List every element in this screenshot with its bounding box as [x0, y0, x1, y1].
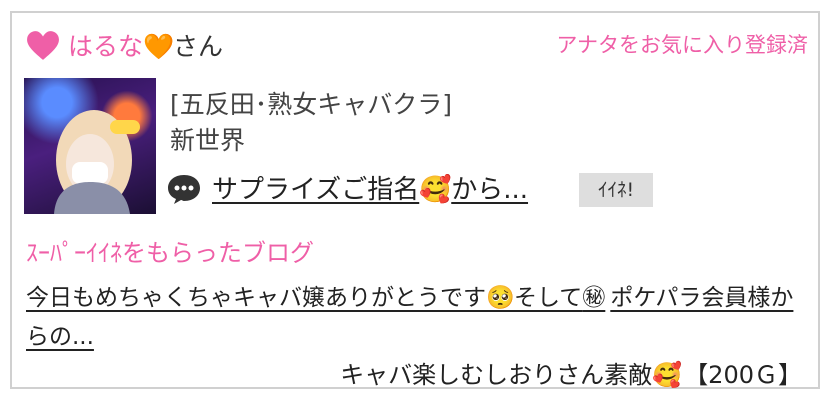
- blog-text-part2[interactable]: そして: [514, 285, 582, 311]
- user-name-text[interactable]: はるな: [68, 32, 143, 61]
- reward-points: 【200Ｇ】: [684, 361, 802, 389]
- review-suffix[interactable]: から...: [451, 175, 528, 205]
- orange-heart-emoji: 🧡: [143, 32, 175, 61]
- blog-text-part1[interactable]: 今日もめちゃくちゃキャバ嬢ありがとうです: [26, 285, 486, 311]
- blog-excerpt-link[interactable]: 今日もめちゃくちゃキャバ嬢ありがとうです🥺そして㊙ ポケパラ会員様からの...: [26, 279, 806, 357]
- speech-bubble-icon: [168, 175, 200, 204]
- honorific: さん: [173, 32, 224, 61]
- shop-name[interactable]: 新世界: [170, 121, 245, 157]
- blog-card: はるな🧡さん アナタをお気に入り登録済 [五反田･熟女キャバクラ] 新世界 サプ…: [10, 11, 820, 389]
- shop-type: [五反田･熟女キャバクラ]: [170, 90, 453, 119]
- user-name[interactable]: はるな🧡さん: [68, 27, 223, 63]
- reward-line: キャバ楽しむしおりさん素敵🥰【200Ｇ】: [340, 355, 802, 390]
- review-link[interactable]: サプライズご指名🥰から...: [212, 169, 528, 206]
- favorite-status: アナタをお気に入り登録済: [556, 33, 808, 57]
- smiling-hearts-emoji: 🥰: [652, 361, 683, 389]
- heart-icon: [27, 31, 59, 60]
- reward-text: キャバ楽しむしおりさん素敵: [340, 361, 653, 389]
- avatar[interactable]: [24, 78, 156, 214]
- secret-emoji: ㊙: [582, 285, 606, 311]
- section-title: ｽｰﾊﾟｰｲｲﾈをもらったブログ: [26, 239, 314, 267]
- avatar-photo: [54, 110, 140, 214]
- smiling-hearts-emoji: 🥰: [419, 175, 452, 205]
- iine-button[interactable]: ｲｲﾈ!: [579, 173, 653, 207]
- pleading-face-emoji: 🥺: [486, 285, 515, 311]
- review-text[interactable]: サプライズご指名: [212, 175, 419, 205]
